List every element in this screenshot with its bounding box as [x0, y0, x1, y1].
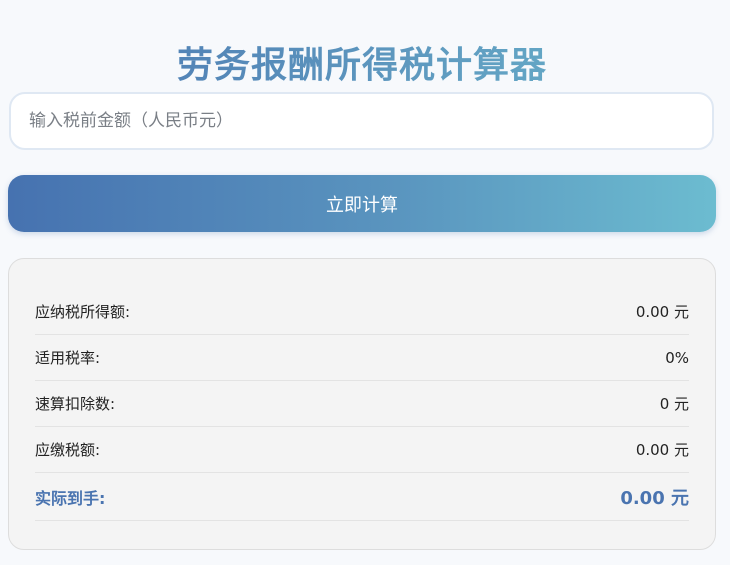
- tax-rate-label: 适用税率:: [35, 349, 101, 367]
- result-row-taxable-income: 应纳税所得额: 0.00 元: [35, 289, 689, 335]
- quick-deduction-label: 速算扣除数:: [35, 395, 116, 413]
- result-panel: 应纳税所得额: 0.00 元 适用税率: 0% 速算扣除数: 0 元 应缴税额:…: [8, 258, 716, 550]
- amount-input-wrapper: [9, 92, 714, 150]
- page-title: 劳务报酬所得税计算器: [0, 42, 724, 90]
- result-row-tax-rate: 适用税率: 0%: [35, 335, 689, 381]
- net-income-value: 0.00 元: [620, 487, 689, 509]
- net-income-label: 实际到手:: [35, 488, 106, 508]
- amount-input[interactable]: [11, 94, 712, 148]
- quick-deduction-value: 0 元: [659, 395, 689, 413]
- result-row-net-income: 实际到手: 0.00 元: [35, 473, 689, 521]
- taxable-income-label: 应纳税所得额:: [35, 303, 131, 321]
- taxable-income-value: 0.00 元: [635, 303, 689, 321]
- calculate-button[interactable]: 立即计算: [8, 175, 716, 232]
- tax-payable-value: 0.00 元: [635, 441, 689, 459]
- result-row-quick-deduction: 速算扣除数: 0 元: [35, 381, 689, 427]
- tax-payable-label: 应缴税额:: [35, 441, 101, 459]
- result-row-tax-payable: 应缴税额: 0.00 元: [35, 427, 689, 473]
- tax-rate-value: 0%: [665, 348, 689, 367]
